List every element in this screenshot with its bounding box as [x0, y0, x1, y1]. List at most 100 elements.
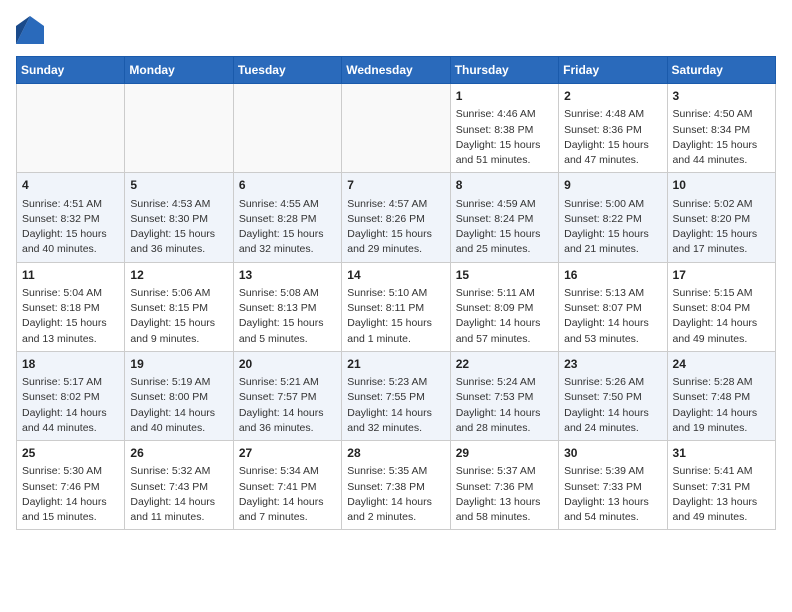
calendar-cell: 3Sunrise: 4:50 AMSunset: 8:34 PMDaylight… [667, 84, 775, 173]
cell-text: Sunset: 8:11 PM [347, 301, 444, 316]
calendar-cell [125, 84, 233, 173]
calendar-cell: 2Sunrise: 4:48 AMSunset: 8:36 PMDaylight… [559, 84, 667, 173]
day-number: 17 [673, 267, 770, 284]
cell-text: Sunrise: 4:50 AM [673, 107, 770, 122]
cell-text: Daylight: 14 hours and 57 minutes. [456, 316, 553, 346]
cell-text: Sunset: 7:41 PM [239, 480, 336, 495]
calendar-week-row: 18Sunrise: 5:17 AMSunset: 8:02 PMDayligh… [17, 351, 776, 440]
cell-text: Sunset: 7:33 PM [564, 480, 661, 495]
calendar-cell: 17Sunrise: 5:15 AMSunset: 8:04 PMDayligh… [667, 262, 775, 351]
day-number: 12 [130, 267, 227, 284]
day-number: 2 [564, 88, 661, 105]
calendar-cell: 28Sunrise: 5:35 AMSunset: 7:38 PMDayligh… [342, 441, 450, 530]
cell-text: Sunset: 8:28 PM [239, 212, 336, 227]
calendar-cell: 4Sunrise: 4:51 AMSunset: 8:32 PMDaylight… [17, 173, 125, 262]
weekday-header-tuesday: Tuesday [233, 57, 341, 84]
cell-text: Sunset: 8:30 PM [130, 212, 227, 227]
cell-text: Sunset: 7:46 PM [22, 480, 119, 495]
cell-text: Daylight: 14 hours and 15 minutes. [22, 495, 119, 525]
cell-text: Sunrise: 5:39 AM [564, 464, 661, 479]
day-number: 22 [456, 356, 553, 373]
calendar-cell: 20Sunrise: 5:21 AMSunset: 7:57 PMDayligh… [233, 351, 341, 440]
day-number: 28 [347, 445, 444, 462]
day-number: 9 [564, 177, 661, 194]
logo [16, 16, 48, 44]
day-number: 30 [564, 445, 661, 462]
cell-text: Daylight: 14 hours and 24 minutes. [564, 406, 661, 436]
cell-text: Daylight: 15 hours and 9 minutes. [130, 316, 227, 346]
day-number: 20 [239, 356, 336, 373]
cell-text: Daylight: 14 hours and 7 minutes. [239, 495, 336, 525]
cell-text: Sunrise: 5:08 AM [239, 286, 336, 301]
cell-text: Sunset: 7:38 PM [347, 480, 444, 495]
cell-text: Daylight: 15 hours and 51 minutes. [456, 138, 553, 168]
day-number: 23 [564, 356, 661, 373]
calendar-cell [342, 84, 450, 173]
cell-text: Sunset: 8:38 PM [456, 123, 553, 138]
cell-text: Sunrise: 5:10 AM [347, 286, 444, 301]
calendar-cell: 27 Sunrise: 5:34 AMSunset: 7:41 PMDayligh… [233, 441, 341, 530]
day-number: 25 [22, 445, 119, 462]
calendar-cell: 23 Sunrise: 5:26 AMSunset: 7:50 PMDayligh… [559, 351, 667, 440]
weekday-header-saturday: Saturday [667, 57, 775, 84]
cell-text: Sunrise: 5:02 AM [673, 197, 770, 212]
cell-text: Sunset: 8:24 PM [456, 212, 553, 227]
calendar-cell: 24Sunrise: 5:28 AMSunset: 7:48 PMDayligh… [667, 351, 775, 440]
calendar-cell: 14Sunrise: 5:10 AMSunset: 8:11 PMDayligh… [342, 262, 450, 351]
calendar-cell: 10Sunrise: 5:02 AMSunset: 8:20 PMDayligh… [667, 173, 775, 262]
cell-text: Sunrise: 5:19 AM [130, 375, 227, 390]
calendar-cell: 31Sunrise: 5:41 AMSunset: 7:31 PMDayligh… [667, 441, 775, 530]
cell-text: Sunrise: 5:13 AM [564, 286, 661, 301]
calendar-cell: 15Sunrise: 5:11 AMSunset: 8:09 PMDayligh… [450, 262, 558, 351]
cell-text: Sunrise: 5:28 AM [673, 375, 770, 390]
day-number: 21 [347, 356, 444, 373]
weekday-header-monday: Monday [125, 57, 233, 84]
calendar-cell: 5Sunrise: 4:53 AMSunset: 8:30 PMDaylight… [125, 173, 233, 262]
weekday-header-wednesday: Wednesday [342, 57, 450, 84]
cell-text: Daylight: 14 hours and 44 minutes. [22, 406, 119, 436]
cell-text: Daylight: 14 hours and 53 minutes. [564, 316, 661, 346]
weekday-header-row: SundayMondayTuesdayWednesdayThursdayFrid… [17, 57, 776, 84]
cell-text: Sunset: 8:18 PM [22, 301, 119, 316]
day-number: 5 [130, 177, 227, 194]
cell-text: Sunrise: 5:37 AM [456, 464, 553, 479]
calendar-cell: 21Sunrise: 5:23 AMSunset: 7:55 PMDayligh… [342, 351, 450, 440]
day-number: 4 [22, 177, 119, 194]
cell-text: Daylight: 15 hours and 44 minutes. [673, 138, 770, 168]
calendar-cell: 29Sunrise: 5:37 AMSunset: 7:36 PMDayligh… [450, 441, 558, 530]
calendar-cell: 26Sunrise: 5:32 AMSunset: 7:43 PMDayligh… [125, 441, 233, 530]
cell-text: Sunrise: 4:51 AM [22, 197, 119, 212]
day-number: 27 [239, 445, 336, 462]
cell-text: Daylight: 15 hours and 21 minutes. [564, 227, 661, 257]
day-number: 13 [239, 267, 336, 284]
cell-text: Sunset: 8:15 PM [130, 301, 227, 316]
calendar-cell: 7Sunrise: 4:57 AMSunset: 8:26 PMDaylight… [342, 173, 450, 262]
cell-text: Sunrise: 5:00 AM [564, 197, 661, 212]
cell-text: Sunrise: 5:34 AM [239, 464, 336, 479]
calendar-cell: 30Sunrise: 5:39 AMSunset: 7:33 PMDayligh… [559, 441, 667, 530]
cell-text: Sunrise: 5:41 AM [673, 464, 770, 479]
cell-text: Sunset: 8:26 PM [347, 212, 444, 227]
calendar-cell: 11Sunrise: 5:04 AMSunset: 8:18 PMDayligh… [17, 262, 125, 351]
weekday-header-thursday: Thursday [450, 57, 558, 84]
cell-text: Daylight: 15 hours and 1 minute. [347, 316, 444, 346]
cell-text: Daylight: 15 hours and 40 minutes. [22, 227, 119, 257]
cell-text: Sunset: 7:48 PM [673, 390, 770, 405]
day-number: 10 [673, 177, 770, 194]
day-number: 29 [456, 445, 553, 462]
calendar-week-row: 25Sunrise: 5:30 AMSunset: 7:46 PMDayligh… [17, 441, 776, 530]
cell-text: Sunset: 8:22 PM [564, 212, 661, 227]
calendar-week-row: 4Sunrise: 4:51 AMSunset: 8:32 PMDaylight… [17, 173, 776, 262]
cell-text: Sunrise: 4:55 AM [239, 197, 336, 212]
cell-text: Sunset: 8:04 PM [673, 301, 770, 316]
cell-text: Sunrise: 5:26 AM [564, 375, 661, 390]
cell-text: Daylight: 15 hours and 32 minutes. [239, 227, 336, 257]
calendar-cell: 18Sunrise: 5:17 AMSunset: 8:02 PMDayligh… [17, 351, 125, 440]
calendar-cell: 22Sunrise: 5:24 AMSunset: 7:53 PMDayligh… [450, 351, 558, 440]
cell-text: Sunrise: 4:59 AM [456, 197, 553, 212]
calendar-cell: 12Sunrise: 5:06 AMSunset: 8:15 PMDayligh… [125, 262, 233, 351]
cell-text: Sunrise: 4:48 AM [564, 107, 661, 122]
cell-text: Sunrise: 5:30 AM [22, 464, 119, 479]
cell-text: Sunrise: 5:35 AM [347, 464, 444, 479]
cell-text: Sunset: 7:50 PM [564, 390, 661, 405]
